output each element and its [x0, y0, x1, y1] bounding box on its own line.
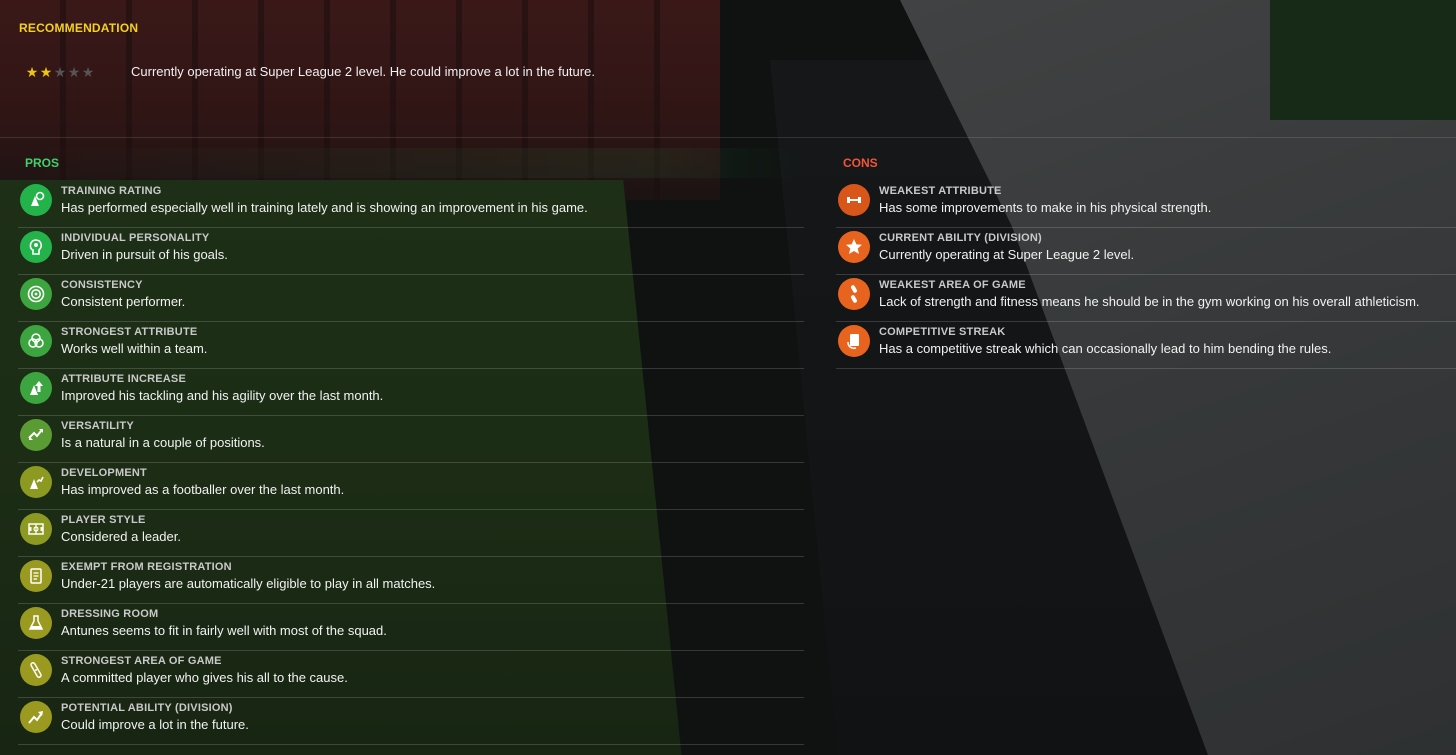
recommendation-title: RECOMMENDATION [19, 21, 139, 35]
item-description: Currently operating at Super League 2 le… [879, 247, 1135, 262]
star-icon [838, 231, 870, 263]
trend-up-icon [20, 701, 52, 733]
item-title: ATTRIBUTE INCREASE [61, 373, 187, 385]
star-empty-icon: ★ [53, 64, 67, 80]
cons-heading: CONS [843, 156, 878, 170]
head-icon [20, 231, 52, 263]
item-title: TRAINING RATING [61, 185, 162, 197]
dumbbell-icon [838, 184, 870, 216]
item-description: Has performed especially well in trainin… [61, 200, 588, 215]
item-description: Could improve a lot in the future. [61, 717, 249, 732]
pros-item[interactable]: EXEMPT FROM REGISTRATION Under-21 player… [18, 557, 804, 604]
item-title: STRONGEST ATTRIBUTE [61, 326, 198, 338]
pros-item[interactable]: PLAYER STYLE Considered a leader. [18, 510, 804, 557]
item-title: DEVELOPMENT [61, 467, 147, 479]
bandage-icon [20, 654, 52, 686]
cons-item[interactable]: WEAKEST AREA OF GAME Lack of strength an… [836, 275, 1456, 322]
report-panel: RECOMMENDATION ★ ★ ★ ★ ★ Currently opera… [0, 0, 1456, 755]
item-title: WEAKEST AREA OF GAME [879, 279, 1026, 291]
pros-item[interactable]: POTENTIAL ABILITY (DIVISION) Could impro… [18, 698, 804, 745]
item-description: Antunes seems to fit in fairly well with… [61, 623, 387, 638]
cons-item[interactable]: WEAKEST ATTRIBUTE Has some improvements … [836, 181, 1456, 228]
pros-item[interactable]: INDIVIDUAL PERSONALITY Driven in pursuit… [18, 228, 804, 275]
item-description: Driven in pursuit of his goals. [61, 247, 228, 262]
item-description: Has improved as a footballer over the la… [61, 482, 345, 497]
broken-bandage-icon [838, 278, 870, 310]
item-title: DRESSING ROOM [61, 608, 159, 620]
cons-item[interactable]: COMPETITIVE STREAK Has a competitive str… [836, 322, 1456, 369]
pros-item[interactable]: TRAINING RATING Has performed especially… [18, 181, 804, 228]
star-empty-icon: ★ [67, 64, 81, 80]
item-description: Consistent performer. [61, 294, 186, 309]
item-title: VERSATILITY [61, 420, 134, 432]
item-title: CURRENT ABILITY (DIVISION) [879, 232, 1042, 244]
item-description: Has a competitive streak which can occas… [879, 341, 1332, 356]
item-description: A committed player who gives his all to … [61, 670, 348, 685]
item-description: Is a natural in a couple of positions. [61, 435, 265, 450]
pros-item[interactable]: DEVELOPMENT Has improved as a footballer… [18, 463, 804, 510]
star-filled-icon: ★ [39, 64, 53, 80]
item-description: Considered a leader. [61, 529, 181, 544]
item-title: EXEMPT FROM REGISTRATION [61, 561, 232, 573]
item-description: Improved his tackling and his agility ov… [61, 388, 384, 403]
star-rating: ★ ★ ★ ★ ★ [25, 65, 95, 79]
pitch-icon [20, 513, 52, 545]
item-title: POTENTIAL ABILITY (DIVISION) [61, 702, 233, 714]
pros-item[interactable]: STRONGEST ATTRIBUTE Works well within a … [18, 322, 804, 369]
item-title: INDIVIDUAL PERSONALITY [61, 232, 210, 244]
item-description: Has some improvements to make in his phy… [879, 200, 1212, 215]
pros-heading: PROS [25, 156, 60, 170]
pros-item[interactable]: CONSISTENCY Consistent performer. [18, 275, 804, 322]
item-title: WEAKEST ATTRIBUTE [879, 185, 1002, 197]
target-icon [20, 278, 52, 310]
pros-item[interactable]: STRONGEST AREA OF GAME A committed playe… [18, 651, 804, 698]
pros-item[interactable]: DRESSING ROOM Antunes seems to fit in fa… [18, 604, 804, 651]
circles-icon [20, 325, 52, 357]
recommendation-text: Currently operating at Super League 2 le… [131, 64, 595, 79]
item-title: PLAYER STYLE [61, 514, 146, 526]
star-empty-icon: ★ [81, 64, 95, 80]
swap-icon [20, 419, 52, 451]
item-description: Works well within a team. [61, 341, 208, 356]
item-title: CONSISTENCY [61, 279, 143, 291]
item-title: STRONGEST AREA OF GAME [61, 655, 222, 667]
training-icon [20, 184, 52, 216]
item-description: Under-21 players are automatically eligi… [61, 576, 436, 591]
document-icon [20, 560, 52, 592]
pros-item[interactable]: VERSATILITY Is a natural in a couple of … [18, 416, 804, 463]
pros-item[interactable]: ATTRIBUTE INCREASE Improved his tackling… [18, 369, 804, 416]
flask-icon [20, 607, 52, 639]
card-icon [838, 325, 870, 357]
item-title: COMPETITIVE STREAK [879, 326, 1006, 338]
cons-item[interactable]: CURRENT ABILITY (DIVISION) Currently ope… [836, 228, 1456, 275]
pros-header-bar [20, 148, 804, 178]
cons-list: WEAKEST ATTRIBUTE Has some improvements … [836, 181, 1456, 369]
item-description: Lack of strength and fitness means he sh… [879, 294, 1420, 309]
growth-icon [20, 466, 52, 498]
star-filled-icon: ★ [25, 64, 39, 80]
arrow-up-icon [20, 372, 52, 404]
pros-list: TRAINING RATING Has performed especially… [18, 181, 804, 745]
divider [0, 137, 1456, 138]
